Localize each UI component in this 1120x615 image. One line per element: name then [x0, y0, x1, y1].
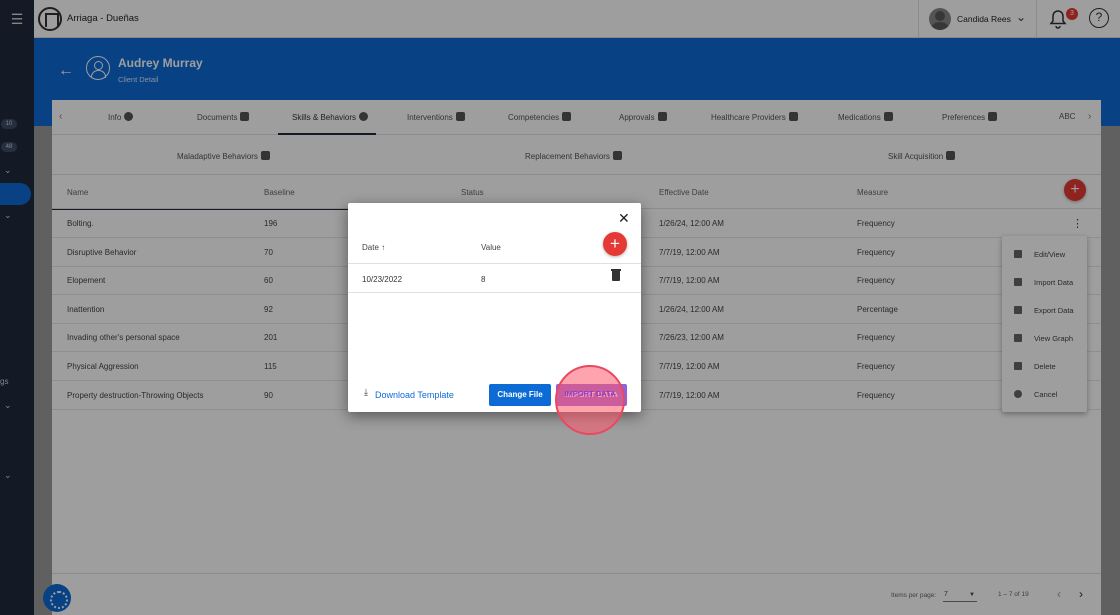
trash-icon[interactable]: [611, 269, 621, 281]
change-file-button[interactable]: Change File: [489, 384, 551, 406]
close-icon[interactable]: ✕: [618, 210, 630, 227]
import-data-button-label: IMPORT DATA: [564, 389, 616, 398]
date-column-header[interactable]: Date ↑: [362, 243, 385, 252]
click-indicator: [555, 365, 625, 435]
value-column-header: Value: [481, 243, 501, 252]
download-icon: [364, 388, 372, 399]
add-data-point-button[interactable]: +: [603, 232, 627, 256]
data-date: 10/23/2022: [362, 275, 403, 284]
data-row: 10/23/2022 8: [348, 264, 641, 293]
sort-ascending-icon: ↑: [381, 243, 386, 252]
download-template-link[interactable]: Download Template: [364, 388, 454, 400]
data-value: 8: [481, 275, 486, 284]
